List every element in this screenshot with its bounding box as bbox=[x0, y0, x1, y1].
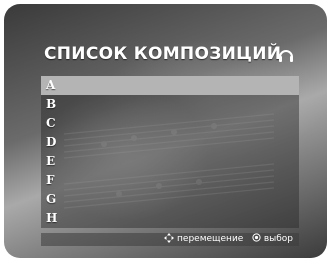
ok-button-icon bbox=[252, 233, 261, 242]
track-label: H bbox=[46, 211, 58, 225]
track-label: A bbox=[46, 78, 56, 92]
track-item-a[interactable]: A bbox=[41, 76, 299, 95]
track-item-c[interactable]: C bbox=[41, 114, 299, 133]
hint-group: перемещение выбор bbox=[164, 232, 293, 246]
select-hint-label: выбор bbox=[263, 234, 293, 244]
hint-bar: перемещение выбор bbox=[41, 232, 299, 246]
track-label: F bbox=[46, 173, 55, 187]
navigate-hint-label: перемещение bbox=[177, 234, 244, 244]
track-item-d[interactable]: D bbox=[41, 133, 299, 152]
track-item-g[interactable]: G bbox=[41, 190, 299, 209]
track-list: A B C D E F G H bbox=[41, 76, 299, 228]
track-label: E bbox=[46, 154, 56, 168]
track-item-h[interactable]: H bbox=[41, 209, 299, 228]
tv-screen: СПИСОК КОМПОЗИЦИЙ A B C D E F G H переме… bbox=[4, 4, 327, 258]
track-label: B bbox=[46, 97, 57, 111]
track-label: D bbox=[46, 135, 57, 149]
track-item-b[interactable]: B bbox=[41, 95, 299, 114]
track-label: C bbox=[46, 116, 56, 130]
headphones-icon bbox=[279, 50, 293, 62]
track-label: G bbox=[46, 192, 57, 206]
track-item-e[interactable]: E bbox=[41, 152, 299, 171]
page-title: СПИСОК КОМПОЗИЦИЙ bbox=[44, 44, 282, 64]
track-item-f[interactable]: F bbox=[41, 171, 299, 190]
dpad-arrows-icon bbox=[164, 232, 175, 243]
